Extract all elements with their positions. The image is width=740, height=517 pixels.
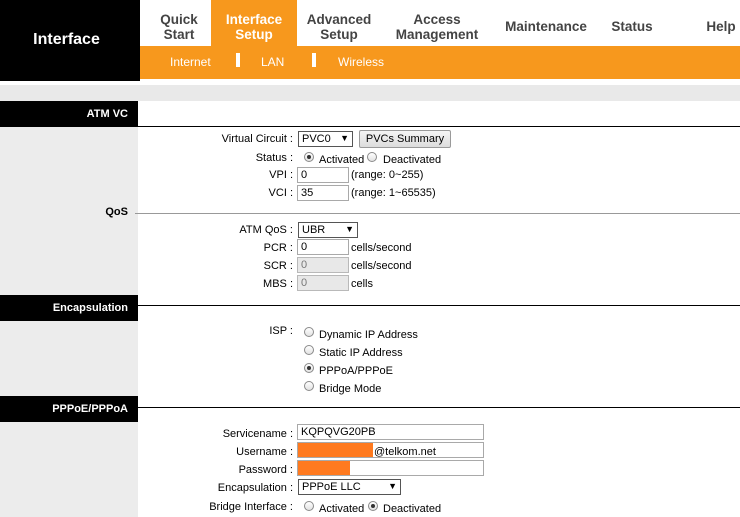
dropdown-arrow-icon: ▼ — [388, 481, 397, 491]
password-label: Password : — [238, 464, 293, 476]
nav-interface-setup[interactable]: Interface Setup — [211, 12, 297, 42]
nav-help[interactable]: Help — [702, 19, 740, 34]
vci-range-text: (range: 1~65535) — [351, 187, 436, 199]
subnav-internet[interactable]: Internet — [170, 55, 211, 69]
dropdown-arrow-icon: ▼ — [345, 224, 354, 234]
isp-label: ISP : — [269, 325, 293, 337]
vci-input[interactable]: 35 — [297, 185, 349, 201]
pcr-unit-text: cells/second — [351, 242, 412, 254]
section-divider — [138, 305, 740, 306]
username-label: Username : — [236, 446, 293, 458]
section-encapsulation: Encapsulation — [0, 295, 138, 321]
section-pppoe: PPPoE/PPPoA — [0, 396, 138, 422]
isp-pppoa-pppoe-text: PPPoA/PPPoE — [319, 365, 393, 377]
dropdown-arrow-icon: ▼ — [340, 133, 349, 143]
bridge-interface-label: Bridge Interface : — [209, 501, 293, 513]
status-label: Status : — [255, 152, 293, 164]
atm-qos-label: ATM QoS : — [239, 224, 293, 236]
pcr-label: PCR : — [263, 242, 293, 254]
servicename-label: Servicename : — [222, 428, 293, 440]
scr-label: SCR : — [263, 260, 293, 272]
isp-dynamic-ip-radio[interactable] — [304, 327, 314, 337]
isp-static-ip-text: Static IP Address — [319, 347, 403, 359]
page-title: Interface — [33, 31, 100, 48]
nav-maintenance[interactable]: Maintenance — [500, 19, 592, 34]
section-qos: QoS — [105, 206, 128, 218]
vci-label: VCI : — [268, 187, 293, 199]
isp-bridge-mode-radio[interactable] — [304, 381, 314, 391]
bridge-activated-text: Activated — [319, 503, 365, 515]
atm-qos-select[interactable]: UBR ▼ — [298, 222, 358, 238]
scr-unit-text: cells/second — [351, 260, 412, 272]
nav-access-management[interactable]: Access Management — [390, 12, 484, 42]
mbs-input[interactable]: 0 — [297, 275, 349, 291]
password-redaction — [298, 461, 350, 475]
status-activated-text: Activated — [319, 154, 365, 166]
username-redaction — [298, 443, 373, 457]
virtual-circuit-select[interactable]: PVC0 ▼ — [298, 131, 353, 147]
section-divider — [138, 407, 740, 408]
section-divider — [135, 213, 740, 214]
status-activated-radio[interactable] — [304, 152, 314, 162]
bridge-deactivated-text: Deactivated — [383, 503, 442, 515]
sub-nav: Internet LAN Wireless — [140, 46, 740, 79]
section-divider — [138, 126, 740, 127]
isp-dynamic-ip-text: Dynamic IP Address — [319, 329, 418, 341]
encapsulation-label: Encapsulation : — [217, 482, 293, 494]
status-deactivated-radio[interactable] — [367, 152, 377, 162]
pcr-input[interactable]: 0 — [297, 239, 349, 255]
mbs-label: MBS : — [263, 278, 293, 290]
servicename-input[interactable]: KQPQVG20PB — [297, 424, 484, 440]
virtual-circuit-label: Virtual Circuit : — [221, 133, 293, 145]
scr-input[interactable]: 0 — [297, 257, 349, 273]
username-domain-suffix: @telkom.net — [374, 446, 436, 458]
subnav-lan[interactable]: LAN — [261, 55, 284, 69]
encapsulation-select[interactable]: PPPoE LLC ▼ — [298, 479, 401, 495]
mbs-unit-text: cells — [351, 278, 374, 290]
nav-status[interactable]: Status — [606, 19, 658, 34]
header-divider-band — [0, 85, 740, 101]
nav-advanced-setup[interactable]: Advanced Setup — [300, 12, 378, 42]
vpi-input[interactable]: 0 — [297, 167, 349, 183]
isp-static-ip-radio[interactable] — [304, 345, 314, 355]
pvcs-summary-button[interactable]: PVCs Summary — [359, 130, 451, 148]
bridge-activated-radio[interactable] — [304, 501, 314, 511]
vpi-range-text: (range: 0~255) — [351, 169, 424, 181]
subnav-divider — [312, 53, 316, 67]
isp-pppoa-pppoe-radio[interactable] — [304, 363, 314, 373]
bridge-deactivated-radio[interactable] — [368, 501, 378, 511]
status-deactivated-text: Deactivated — [383, 154, 442, 166]
subnav-divider — [236, 53, 240, 67]
nav-quick-start[interactable]: Quick Start — [148, 12, 210, 42]
subnav-wireless[interactable]: Wireless — [338, 55, 384, 69]
vpi-label: VPI : — [269, 169, 293, 181]
section-atm-vc: ATM VC — [0, 101, 138, 127]
isp-bridge-mode-text: Bridge Mode — [319, 383, 382, 395]
